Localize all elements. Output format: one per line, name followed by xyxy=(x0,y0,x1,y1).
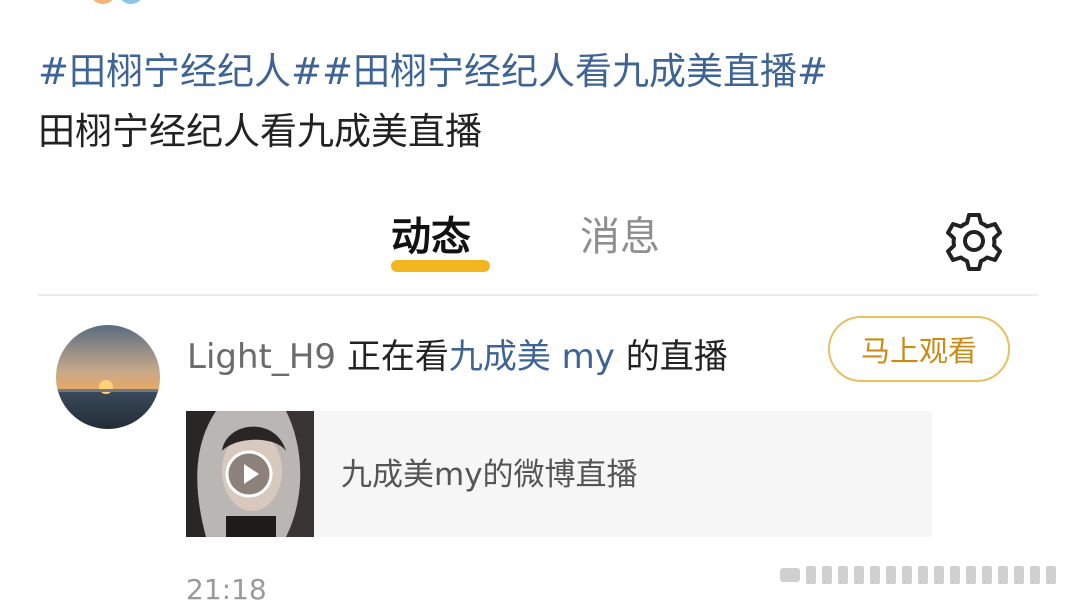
activity-line: Light_H9 正在看九成美 my 的直播 xyxy=(187,334,728,380)
play-icon[interactable] xyxy=(224,449,274,499)
activity-suffix: 的直播 xyxy=(614,337,728,377)
live-card[interactable]: 九成美my的微博直播 xyxy=(186,411,932,537)
post-line-2: 田栩宁经纪人看九成美直播 xyxy=(38,102,1048,162)
hashtag-link[interactable]: #田栩宁经纪人##田栩宁经纪人看九成美直播# xyxy=(38,50,828,93)
live-card-title: 九成美my的微博直播 xyxy=(341,457,638,493)
tab-feed[interactable]: 动态 xyxy=(391,211,471,263)
host-link[interactable]: 九成美 my xyxy=(449,337,615,377)
watermark xyxy=(780,566,1056,584)
avatar-partial-2 xyxy=(118,0,144,4)
avatar[interactable] xyxy=(56,325,160,429)
gear-icon[interactable] xyxy=(942,209,1006,273)
top-avatar-strip xyxy=(70,0,160,6)
post-body-text: 田栩宁经纪人看九成美直播 xyxy=(38,110,482,153)
username-link[interactable]: Light_H9 xyxy=(187,337,336,377)
sunset-avatar-image xyxy=(56,325,160,429)
timestamp: 21:18 xyxy=(186,573,267,606)
divider xyxy=(38,294,1038,296)
post-line-1: #田栩宁经纪人##田栩宁经纪人看九成美直播# xyxy=(38,42,1048,102)
avatar-partial-1 xyxy=(90,0,116,4)
tab-messages[interactable]: 消息 xyxy=(580,211,660,263)
watch-now-button[interactable]: 马上观看 xyxy=(828,316,1010,382)
post-text: #田栩宁经纪人##田栩宁经纪人看九成美直播# 田栩宁经纪人看九成美直播 xyxy=(38,42,1048,162)
live-thumbnail xyxy=(186,411,314,537)
tab-bar: 动态 消息 xyxy=(0,205,1076,285)
activity-verb: 正在看 xyxy=(336,337,449,377)
